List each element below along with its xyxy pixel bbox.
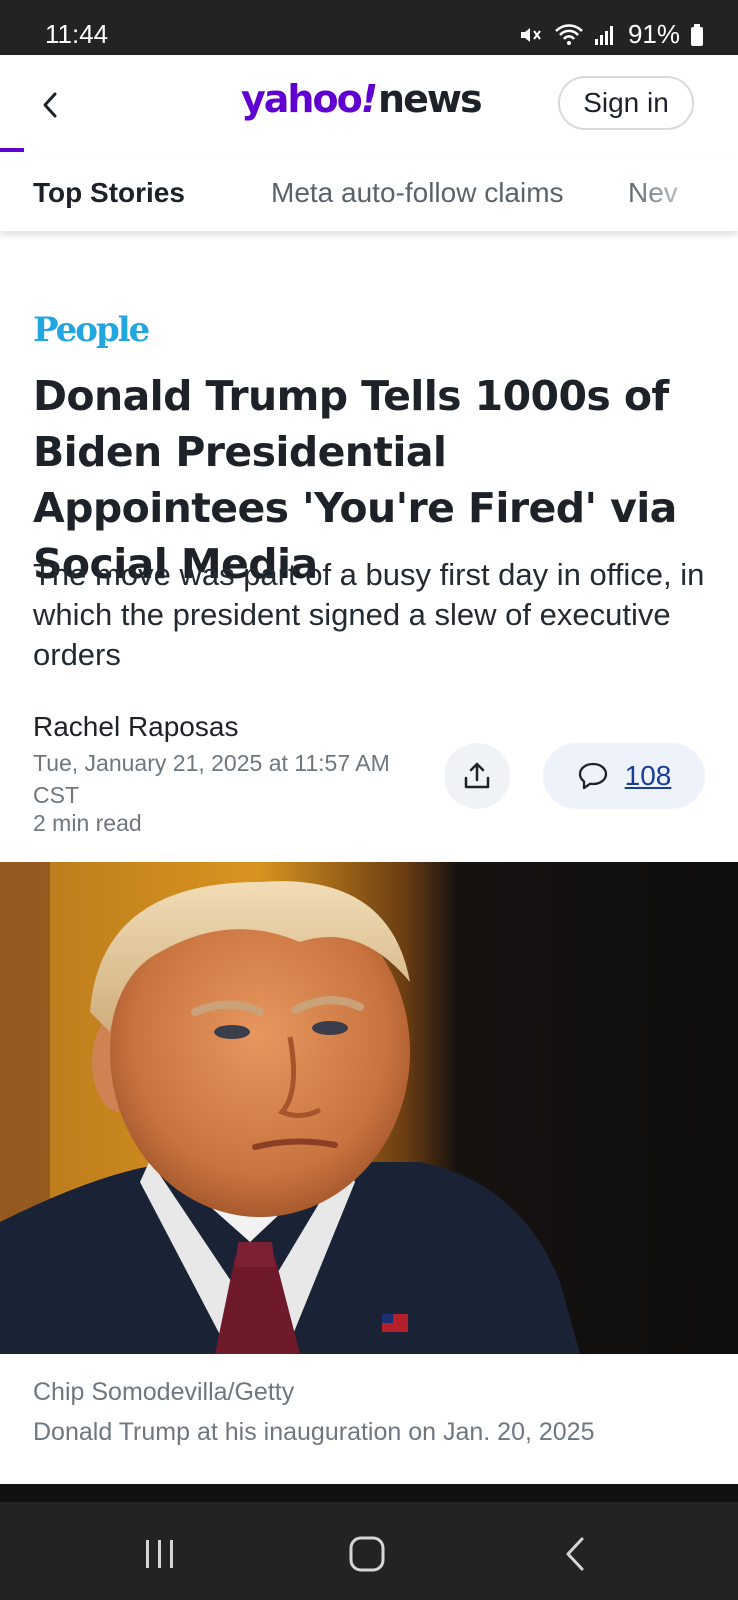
article-subheadline: The move was part of a busy first day in…	[33, 557, 705, 672]
status-time: 11:44	[45, 19, 109, 49]
share-button[interactable]	[444, 743, 510, 809]
back-nav-icon	[566, 1537, 584, 1571]
comment-count[interactable]: 108	[625, 760, 672, 792]
logo-bang: !	[360, 77, 378, 121]
yahoo-news-logo[interactable]: yahoo ! news	[241, 77, 483, 129]
recent-apps-icon	[146, 1540, 173, 1568]
photo-caption: Donald Trump at his inauguration on Jan.…	[33, 1418, 595, 1446]
source-logo-people[interactable]: People	[33, 310, 150, 350]
system-nav-bar	[0, 1502, 738, 1600]
nav-divider	[0, 1484, 738, 1502]
tab-next[interactable]: Nev	[628, 177, 678, 209]
comments-button[interactable]: 108	[543, 743, 705, 809]
photo-credit: Chip Somodevilla/Getty	[33, 1378, 295, 1406]
progress-indicator	[0, 148, 24, 152]
mute-icon	[518, 23, 544, 47]
wifi-icon	[554, 23, 584, 47]
signal-icon	[594, 23, 616, 47]
home-button[interactable]	[345, 1532, 389, 1576]
portrait-image	[0, 862, 738, 1354]
author-name[interactable]: Rachel Raposas	[33, 711, 238, 743]
topic-tabs: Top Stories Meta auto-follow claims Nev	[0, 153, 738, 231]
app-header: yahoo ! news Sign in	[0, 55, 738, 153]
chevron-left-icon	[43, 92, 57, 118]
share-icon	[464, 762, 490, 789]
sign-in-button[interactable]: Sign in	[558, 76, 694, 130]
recent-apps-button[interactable]	[138, 1532, 182, 1576]
status-bar: 11:44 91%	[0, 0, 738, 55]
tab-meta-auto-follow[interactable]: Meta auto-follow claims	[271, 177, 564, 209]
article-hero-image[interactable]	[0, 862, 738, 1354]
tab-top-stories[interactable]: Top Stories	[33, 177, 185, 209]
logo-news-text: news	[378, 77, 483, 121]
back-button[interactable]	[30, 85, 70, 125]
back-nav-button[interactable]	[553, 1532, 597, 1576]
logo-yahoo-text: yahoo	[241, 77, 363, 121]
home-icon	[349, 1536, 385, 1572]
battery-percent: 91%	[627, 19, 680, 49]
read-time: 2 min read	[33, 810, 142, 836]
publish-date: Tue, January 21, 2025 at 11:57 AM CST	[33, 750, 390, 808]
battery-icon	[690, 23, 704, 47]
comment-icon	[578, 762, 607, 790]
status-icons: 91%	[518, 19, 704, 50]
